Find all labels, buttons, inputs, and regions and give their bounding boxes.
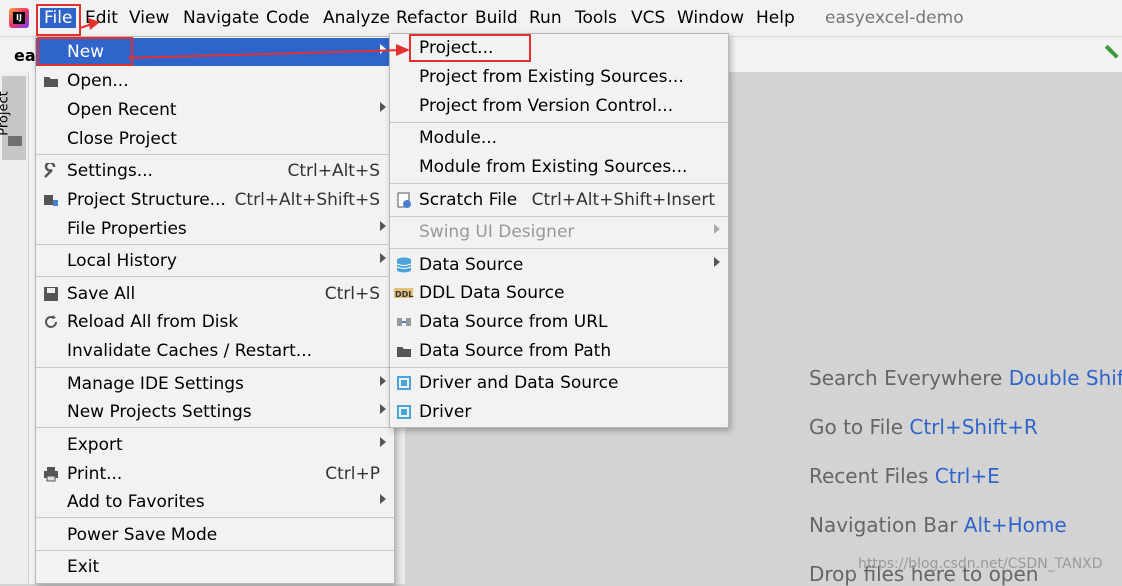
annotation-arrows bbox=[79, 18, 410, 59]
